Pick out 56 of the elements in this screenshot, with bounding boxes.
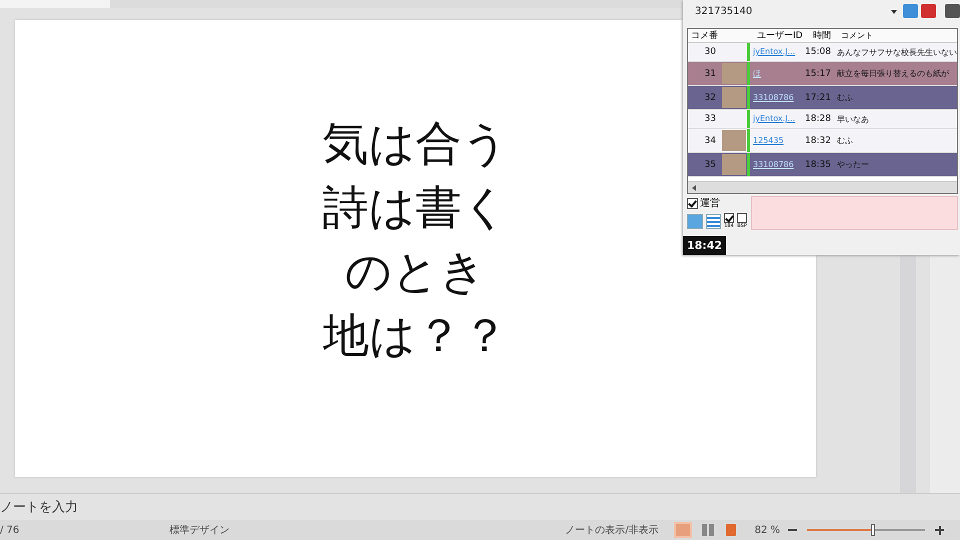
zoom-level[interactable]: 82 %	[754, 524, 780, 536]
user-id-link[interactable]: 33108786	[753, 92, 794, 102]
comment-number: 32	[704, 92, 717, 102]
comment-number: 30	[704, 47, 717, 57]
column-header[interactable]: ユーザーID	[754, 29, 805, 42]
slide-sorter-icon[interactable]	[702, 524, 716, 536]
comment-number: 33	[704, 114, 717, 124]
comment-row[interactable]: 30 jyEntox.J... 15:08 あんなフサフサな校長先生いない	[688, 43, 957, 62]
comment-row[interactable]: 31 ほ 15:17 献立を毎日張り替えるのも紙が	[688, 62, 957, 86]
comment-row[interactable]: 32 33108786 17:21 むふ	[688, 86, 957, 110]
user-id-link[interactable]: 33108786	[753, 160, 794, 168]
scroll-left-icon[interactable]	[692, 184, 696, 190]
comment-time: 15:08	[804, 47, 832, 57]
slide-text-line: のとき	[345, 242, 486, 300]
comment-time: 18:35	[804, 160, 832, 170]
notes-toggle-button[interactable]: ノートの表示/非表示	[565, 523, 659, 537]
comment-text: やったー	[836, 159, 870, 170]
clock: 18:42	[683, 236, 726, 254]
operator-label: 運営	[700, 196, 720, 210]
user-id-link[interactable]: jyEntox.J...	[753, 114, 796, 123]
comment-text: 献立を毎日張り替えるのも紙が	[836, 68, 950, 79]
notes-field[interactable]: ノートを入力	[0, 498, 78, 516]
slide-text-line: 気は合う	[322, 114, 508, 172]
theme-name: 標準デザイン	[169, 524, 230, 537]
comment-number: 35	[704, 160, 717, 170]
column-header[interactable]: コメ番	[688, 29, 724, 42]
comment-input-field[interactable]	[751, 196, 958, 230]
vertical-scrollbar[interactable]	[900, 255, 916, 493]
user-id-link[interactable]: 125435	[753, 136, 784, 144]
bsp-checkbox[interactable]	[737, 213, 747, 223]
zoom-thumb[interactable]	[871, 524, 876, 536]
comment-number: 34	[704, 136, 717, 146]
column-header[interactable]: 時間	[805, 29, 839, 42]
slide-count: / 76	[0, 524, 20, 536]
normal-view-icon[interactable]	[674, 522, 692, 538]
comment-time: 17:21	[804, 92, 832, 102]
comment-time: 18:28	[804, 114, 832, 124]
dropdown-caret-icon[interactable]	[891, 10, 897, 14]
comment-time: 15:17	[804, 68, 832, 78]
horizontal-scrollbar[interactable]	[688, 181, 957, 193]
comment-time: 18:32	[804, 136, 832, 146]
slide-text-line: 詩は書く	[322, 178, 508, 236]
comment-number: 31	[704, 68, 717, 78]
id-checkbox[interactable]	[724, 213, 734, 223]
user-id-link[interactable]: jyEntox.J...	[753, 47, 796, 56]
comment-text: むふ	[836, 92, 854, 103]
comment-row[interactable]: 35 33108786 18:35 やったー	[688, 153, 957, 177]
comment-row[interactable]: 34 125435 18:32 むふ	[688, 129, 957, 153]
comment-text: むふ	[836, 135, 854, 146]
comment-row[interactable]: 33 jyEntox.J... 18:28 早いなあ	[688, 110, 957, 129]
column-header[interactable]: コメント	[839, 30, 957, 41]
comment-text: 早いなあ	[836, 114, 870, 124]
slide-text-line: 地は？？	[323, 306, 508, 364]
live-id-field[interactable]: 321735140	[695, 6, 888, 16]
comment-text: あんなフサフサな校長先生いない	[836, 46, 957, 58]
operator-checkbox[interactable]	[687, 198, 698, 208]
